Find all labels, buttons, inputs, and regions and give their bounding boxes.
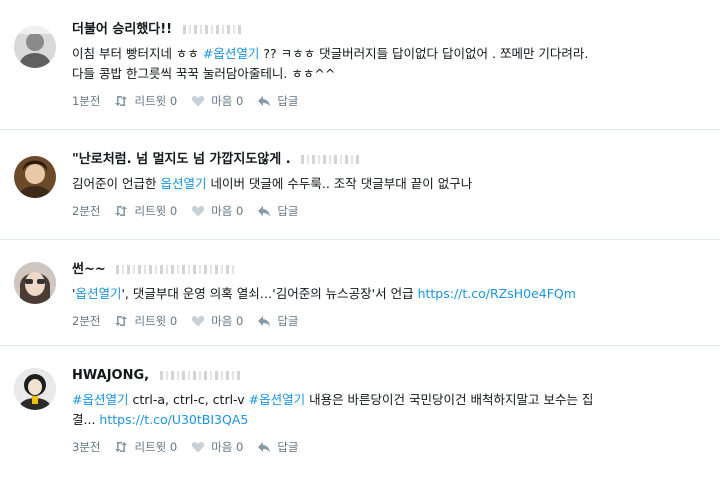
reply-label: 답글 <box>277 440 299 454</box>
tweet-header[interactable]: 썬~~ <box>72 260 704 280</box>
avatar[interactable] <box>14 262 56 304</box>
like-button[interactable]: 마음 0 <box>191 438 243 456</box>
tweet-text-line: 결... https://t.co/U30tBI3QA5 <box>72 410 704 430</box>
tweet-text: 김어준이 언급한 옵션열기 네이버 댓글에 수두룩.. 조작 댓글부대 끝이 없… <box>72 174 704 194</box>
tweet-text: '옵션열기', 댓글부대 운영 의혹 열쇠…'김어준의 뉴스공장'서 언급 ht… <box>72 284 704 304</box>
tweet-text-segment: 내용은 바른당이건 국민당이건 배척하지말고 보수는 집 <box>305 392 594 407</box>
tweet-text-line: '옵션열기', 댓글부대 운영 의혹 열쇠…'김어준의 뉴스공장'서 언급 ht… <box>72 284 704 304</box>
tweet-actions: 2분전 리트윗 0 마음 0 답글 <box>72 312 704 330</box>
url-link[interactable]: https://t.co/U30tBI3QA5 <box>99 412 248 427</box>
like-button[interactable]: 마음 0 <box>191 312 243 330</box>
tweet-header[interactable]: HWAJONG, <box>72 366 704 386</box>
hashtag-link[interactable]: 옵션열기 <box>160 176 206 191</box>
tweet-text-segment: 네이버 댓글에 수두룩.. 조작 댓글부대 끝이 없구나 <box>206 176 473 191</box>
reply-button[interactable]: 답글 <box>257 92 299 110</box>
tweet-item[interactable]: HWAJONG, #옵션열기 ctrl-a, ctrl-c, ctrl-v #옵… <box>0 346 720 482</box>
retweet-icon <box>114 94 128 108</box>
retweet-icon <box>114 204 128 218</box>
tweet-text-segment: ?? ㅋㅎㅎ 댓글버러지들 답이없다 답이없어 . 쪼메만 기다려라. <box>259 46 589 61</box>
heart-icon <box>191 440 205 454</box>
blurred-handle <box>159 371 240 380</box>
timestamp[interactable]: 2분전 <box>72 312 100 330</box>
tweet-content: 더불어 승리했다!! 이침 부터 빵터지네 ㅎㅎ #옵션열기 ?? ㅋㅎㅎ 댓글… <box>72 20 704 110</box>
reply-label: 답글 <box>277 314 299 328</box>
reply-button[interactable]: 답글 <box>257 312 299 330</box>
tweet-text: #옵션열기 ctrl-a, ctrl-c, ctrl-v #옵션열기 내용은 바… <box>72 390 704 430</box>
tweet-text-segment: ctrl-a, ctrl-c, ctrl-v <box>128 392 249 407</box>
tweet-text: 이침 부터 빵터지네 ㅎㅎ #옵션열기 ?? ㅋㅎㅎ 댓글버러지들 답이없다 답… <box>72 44 704 84</box>
retweet-button[interactable]: 리트윗 0 <box>114 438 177 456</box>
tweet-content: HWAJONG, #옵션열기 ctrl-a, ctrl-c, ctrl-v #옵… <box>72 366 704 456</box>
url-link[interactable]: https://t.co/RZsH0e4FQm <box>418 286 576 301</box>
tweet-header[interactable]: 더불어 승리했다!! <box>72 20 704 40</box>
tweet-feed: 더불어 승리했다!! 이침 부터 빵터지네 ㅎㅎ #옵션열기 ?? ㅋㅎㅎ 댓글… <box>0 0 720 482</box>
tweet-text-segment: ', 댓글부대 운영 의혹 열쇠…'김어준의 뉴스공장'서 언급 <box>121 286 418 301</box>
tweet-item[interactable]: 썬~~ '옵션열기', 댓글부대 운영 의혹 열쇠…'김어준의 뉴스공장'서 언… <box>0 240 720 346</box>
hashtag-link[interactable]: 옵션열기 <box>75 286 121 301</box>
retweet-count: 리트윗 0 <box>134 204 178 218</box>
timestamp[interactable]: 2분전 <box>72 202 100 220</box>
tweet-content: 썬~~ '옵션열기', 댓글부대 운영 의혹 열쇠…'김어준의 뉴스공장'서 언… <box>72 260 704 330</box>
tweet-text-line: 김어준이 언급한 옵션열기 네이버 댓글에 수두룩.. 조작 댓글부대 끝이 없… <box>72 174 704 194</box>
heart-icon <box>191 314 205 328</box>
avatar[interactable] <box>14 26 56 68</box>
tweet-text-segment: 결... <box>72 412 100 427</box>
reply-icon <box>257 204 271 218</box>
tweet-text-segment: 다들 콩밥 한그릇씩 꾹꾹 눌러담아줄테니. ㅎㅎ^^ <box>72 66 336 81</box>
retweet-button[interactable]: 리트윗 0 <box>114 312 177 330</box>
reply-icon <box>257 314 271 328</box>
tweet-actions: 1분전 리트윗 0 마음 0 답글 <box>72 92 704 110</box>
tweet-text-line: 이침 부터 빵터지네 ㅎㅎ #옵션열기 ?? ㅋㅎㅎ 댓글버러지들 답이없다 답… <box>72 44 704 64</box>
tweet-header[interactable]: "난로처럼. 넘 멀지도 넘 가깝지도않게 . <box>72 150 704 170</box>
heart-icon <box>191 94 205 108</box>
like-count: 마음 0 <box>211 440 244 454</box>
avatar[interactable] <box>14 156 56 198</box>
tweet-content: "난로처럼. 넘 멀지도 넘 가깝지도않게 . 김어준이 언급한 옵션열기 네이… <box>72 150 704 220</box>
reply-icon <box>257 440 271 454</box>
hashtag-link[interactable]: #옵션열기 <box>203 46 259 61</box>
blurred-handle <box>182 25 243 34</box>
retweet-count: 리트윗 0 <box>134 440 178 454</box>
retweet-icon <box>114 440 128 454</box>
retweet-button[interactable]: 리트윗 0 <box>114 202 177 220</box>
display-name[interactable]: 더불어 승리했다!! <box>72 22 172 37</box>
timestamp[interactable]: 1분전 <box>72 92 100 110</box>
display-name[interactable]: 썬~~ <box>72 262 106 277</box>
tweet-item[interactable]: 더불어 승리했다!! 이침 부터 빵터지네 ㅎㅎ #옵션열기 ?? ㅋㅎㅎ 댓글… <box>0 0 720 130</box>
retweet-count: 리트윗 0 <box>134 314 178 328</box>
reply-icon <box>257 94 271 108</box>
avatar[interactable] <box>14 368 56 410</box>
tweet-text-segment: 이침 부터 빵터지네 ㅎㅎ <box>72 46 203 61</box>
reply-button[interactable]: 답글 <box>257 438 299 456</box>
hashtag-link[interactable]: #옵션열기 <box>72 392 128 407</box>
like-button[interactable]: 마음 0 <box>191 202 243 220</box>
timestamp[interactable]: 3분전 <box>72 438 100 456</box>
tweet-item[interactable]: "난로처럼. 넘 멀지도 넘 가깝지도않게 . 김어준이 언급한 옵션열기 네이… <box>0 130 720 240</box>
display-name[interactable]: HWAJONG, <box>72 368 149 383</box>
retweet-icon <box>114 314 128 328</box>
retweet-count: 리트윗 0 <box>134 94 178 108</box>
like-count: 마음 0 <box>211 94 244 108</box>
tweet-text-segment: 김어준이 언급한 <box>72 176 161 191</box>
reply-label: 답글 <box>277 204 299 218</box>
like-button[interactable]: 마음 0 <box>191 92 243 110</box>
hashtag-link[interactable]: #옵션열기 <box>249 392 305 407</box>
reply-label: 답글 <box>277 94 299 108</box>
tweet-actions: 3분전 리트윗 0 마음 0 답글 <box>72 438 704 456</box>
tweet-actions: 2분전 리트윗 0 마음 0 답글 <box>72 202 704 220</box>
retweet-button[interactable]: 리트윗 0 <box>114 92 177 110</box>
tweet-text-line: 다들 콩밥 한그릇씩 꾹꾹 눌러담아줄테니. ㅎㅎ^^ <box>72 64 704 84</box>
reply-button[interactable]: 답글 <box>257 202 299 220</box>
blurred-handle <box>116 265 237 274</box>
heart-icon <box>191 204 205 218</box>
tweet-text-line: #옵션열기 ctrl-a, ctrl-c, ctrl-v #옵션열기 내용은 바… <box>72 390 704 410</box>
display-name[interactable]: "난로처럼. 넘 멀지도 넘 가깝지도않게 . <box>72 152 291 167</box>
blurred-handle <box>301 155 362 164</box>
like-count: 마음 0 <box>211 314 244 328</box>
like-count: 마음 0 <box>211 204 244 218</box>
